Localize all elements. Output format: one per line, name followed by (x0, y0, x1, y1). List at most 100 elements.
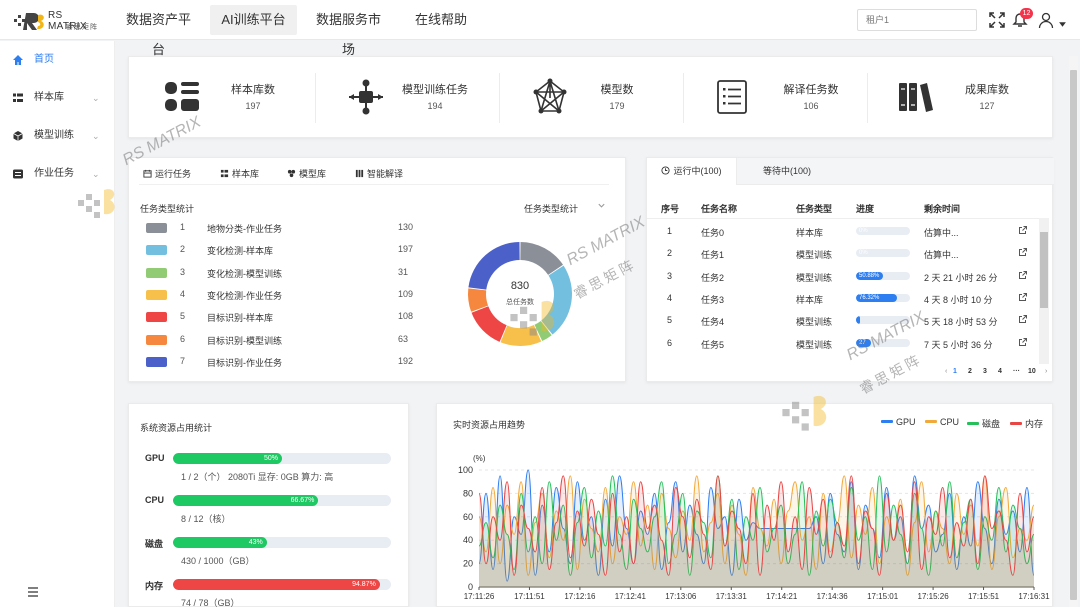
tab-running[interactable]: 运行中(100) (647, 158, 737, 185)
sidebar-item-jobs[interactable]: 作业任务 ⌄ (0, 162, 115, 186)
page-number[interactable]: 1 (953, 368, 957, 375)
sidebar-item-label: 作业任务 (34, 168, 74, 179)
list-icon (717, 80, 747, 114)
cell-no: 4 (667, 292, 673, 303)
stat-type-select[interactable]: 任务类型统计 (524, 202, 578, 215)
table-row[interactable]: 2 任务1 模型训练 0% 估算中... (647, 242, 1039, 264)
table-row[interactable]: 6 任务5 模型训练 27 7 天 5 小时 36 分 (647, 332, 1039, 354)
column-header-progress: 进度 (856, 204, 875, 214)
cell-name: 任务1 (701, 250, 725, 261)
tab-smart-interpretation[interactable]: 智能解译 (355, 167, 403, 180)
donut-label: 总任务数 (506, 299, 534, 306)
legend-item[interactable]: 磁盘 (967, 417, 1000, 430)
open-link-icon[interactable] (1018, 292, 1028, 302)
tab-model-library[interactable]: 模型库 (287, 167, 326, 180)
y-tick-label: 80 (463, 488, 473, 498)
next-page-icon[interactable]: › (1045, 368, 1047, 375)
tenant-input[interactable] (857, 9, 977, 31)
usage-bar: 50% (173, 453, 391, 464)
task-type-count: 109 (398, 288, 414, 299)
progress-fill: 50.88% (856, 271, 884, 280)
nav-data-market[interactable]: 数据服务市场 (302, 5, 395, 57)
x-tick-label: 17:13:06 (665, 592, 697, 601)
task-type-name: 变化检测-样本库 (207, 246, 273, 257)
page-number[interactable]: ··· (1013, 368, 1020, 375)
stat-label: 解译任务数 (783, 84, 839, 96)
cell-no: 2 (667, 248, 673, 259)
progress-label: 76.32% (859, 294, 880, 301)
task-type-count: 192 (398, 355, 414, 366)
model-icon (287, 169, 296, 178)
legend-item[interactable]: GPU (881, 417, 916, 427)
task-type-name: 目标识别-模型训练 (207, 335, 282, 346)
sidebar-item-sample-library[interactable]: 样本库 ⌄ (0, 86, 115, 110)
legend-item[interactable]: CPU (925, 417, 959, 427)
y-tick-label: 100 (458, 465, 473, 475)
task-icon (13, 169, 23, 179)
task-type-card: 运行任务 样本库 模型库 智能解译 任务类型统计 任务类型统计 1 地物分类-作业… (128, 157, 626, 382)
page-number[interactable]: 4 (998, 368, 1002, 375)
stat-training-tasks[interactable]: 模型训练任务 194 (315, 57, 499, 139)
nav-ai-training[interactable]: AI训练平台 (210, 5, 297, 35)
open-link-icon[interactable] (1018, 314, 1028, 324)
cell-name: 任务4 (701, 317, 725, 328)
task-type-row: 6 目标识别-模型训练 63 (129, 332, 429, 348)
donut-slice (500, 325, 542, 346)
legend-item[interactable]: 内存 (1010, 417, 1043, 430)
task-type-count: 63 (398, 333, 409, 344)
page-number[interactable]: 3 (983, 368, 987, 375)
open-link-icon[interactable] (1018, 225, 1028, 235)
x-tick-label: 17:14:21 (766, 592, 798, 601)
open-link-icon[interactable] (1018, 337, 1028, 347)
nav-online-help[interactable]: 在线帮助 (405, 5, 477, 35)
tab-waiting[interactable]: 等待中(100) (747, 158, 827, 185)
user-avatar-icon[interactable] (1038, 12, 1054, 28)
color-swatch (146, 223, 167, 233)
cell-no: 1 (667, 226, 673, 236)
table-row[interactable]: 4 任务3 样本库 76.32% 4 天 8 小时 10 分 (647, 287, 1039, 309)
nav-data-assets[interactable]: 数据资产平台 (112, 5, 205, 57)
resource-trend-chart: 0 20 40 60 80 100(%) 17:11:26 17:11:51 17:12:16 1… (458, 454, 1050, 601)
stat-result-libraries[interactable]: 成果库数 127 (867, 57, 1051, 139)
scrollbar-thumb[interactable] (1070, 70, 1077, 600)
tab-sample-library[interactable]: 样本库 (220, 167, 259, 180)
page-number[interactable]: 10 (1028, 368, 1036, 375)
open-link-icon[interactable] (1018, 270, 1028, 280)
progress-bar: 76.32% (856, 293, 910, 302)
user-dropdown-icon[interactable] (1058, 20, 1067, 29)
row-index: 4 (180, 288, 186, 299)
table-row[interactable]: 1 任务0 样本库 0% 估算中... (647, 220, 1039, 242)
usage-fill: 94.87% (173, 579, 380, 590)
fullscreen-icon[interactable] (989, 12, 1005, 28)
open-link-icon[interactable] (1018, 247, 1028, 257)
usage-fill: 50% (173, 453, 282, 464)
cell-type: 模型训练 (796, 250, 833, 261)
task-type-name: 地物分类-作业任务 (207, 224, 282, 234)
page-scrollbar[interactable] (1069, 56, 1078, 607)
scrollbar-thumb[interactable] (1040, 232, 1048, 308)
column-header-remaining: 剩余时间 (924, 204, 961, 214)
tab-running-tasks[interactable]: 运行任务 (143, 167, 191, 180)
usage-percent: 43% (248, 539, 263, 546)
sidebar-item-home[interactable]: 首页 (0, 48, 115, 72)
page-number[interactable]: 2 (968, 368, 972, 375)
resource-detail: 1 / 2（个） 2080Ti 显存: 0GB 算力: 高 (181, 472, 334, 482)
progress-fill: 76.32% (856, 293, 898, 302)
chevron-down-icon: ⌄ (92, 93, 100, 103)
progress-fill (856, 316, 861, 325)
chevron-down-icon[interactable] (597, 201, 606, 210)
menu-collapse-icon[interactable] (26, 586, 40, 598)
table-row[interactable]: 5 任务4 模型训练 5 天 18 小时 53 分 (647, 309, 1039, 331)
stat-interpretation-tasks[interactable]: 解译任务数 106 (683, 57, 867, 139)
table-row[interactable]: 3 任务2 模型训练 50.88% 2 天 21 小时 26 分 (647, 265, 1039, 287)
prev-page-icon[interactable]: ‹ (945, 368, 947, 375)
row-index: 5 (180, 311, 186, 322)
header-divider (647, 218, 1039, 219)
stats-card: 样本库数 197 模型训练任务 194 模型数 179 解译任务数 106 成果… (128, 56, 1053, 138)
stat-models[interactable]: 模型数 179 (499, 57, 683, 139)
sidebar-item-model-training[interactable]: 模型训练 ⌄ (0, 124, 115, 148)
stat-sample-libraries[interactable]: 样本库数 197 (129, 57, 313, 139)
app-logo[interactable]: RS MATRIX 睿思矩阵 (14, 9, 100, 33)
table-scrollbar[interactable] (1039, 218, 1049, 364)
column-header-no: 序号 (661, 204, 680, 214)
